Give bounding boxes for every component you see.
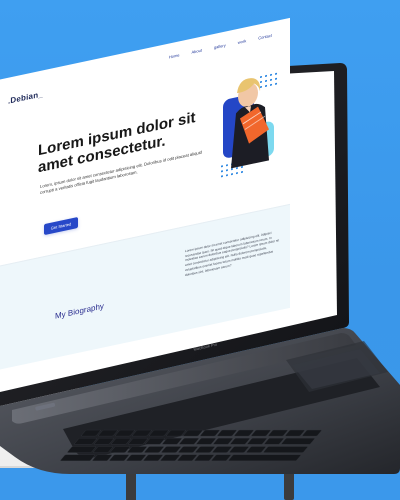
brand-logo[interactable]: .Debian_ [8, 89, 43, 105]
nav-work[interactable]: work [238, 38, 246, 45]
hero-illustration [221, 72, 277, 178]
trackpad-shadow [286, 341, 388, 392]
nav-contact[interactable]: Contact [258, 33, 272, 41]
nav-home[interactable]: Home [169, 52, 180, 59]
nav-gallery[interactable]: gallery [214, 43, 226, 51]
scene: .Debian_ Home About gallery work Contact… [0, 0, 400, 500]
profile-photo [231, 78, 269, 169]
nav-about[interactable]: About [192, 48, 202, 55]
trackpad [292, 349, 380, 389]
desk-leg-left [126, 462, 136, 500]
website-preview: .Debian_ Home About gallery work Contact… [0, 17, 290, 379]
macbook-label: MacBook Pro [193, 341, 218, 352]
get-started-button[interactable]: Get Started [44, 216, 78, 236]
desk-leg-right [284, 460, 294, 500]
main-nav: Home About gallery work Contact [169, 33, 272, 60]
desk-top [0, 388, 255, 466]
